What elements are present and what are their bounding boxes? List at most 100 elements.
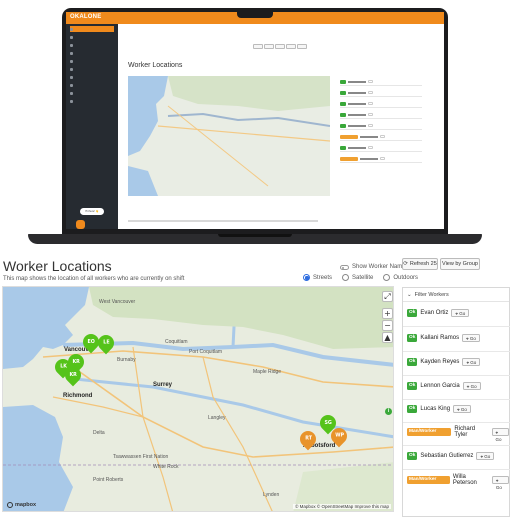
radio-streets[interactable]: Streets: [303, 274, 332, 281]
info-icon[interactable]: i: [385, 408, 392, 415]
laptop-base-lip: [218, 234, 292, 237]
map-place-label: West Vancouver: [99, 299, 136, 305]
mini-worker-row[interactable]: [340, 144, 422, 152]
mini-tab[interactable]: [264, 44, 274, 49]
map-attribution[interactable]: © Mapbox © OpenStreetMap Improve this ma…: [293, 504, 391, 509]
go-button[interactable]: ⌖ Go: [491, 428, 510, 442]
mini-tab[interactable]: [275, 44, 285, 49]
radio-icon[interactable]: [383, 274, 391, 281]
radio-icon[interactable]: [342, 274, 350, 281]
fullscreen-icon[interactable]: ⤢: [382, 291, 393, 302]
mini-worker-row[interactable]: [340, 89, 422, 97]
radio-satellite[interactable]: Satellite: [342, 274, 373, 281]
mini-chat-bubble: Hi there! 👋: [80, 208, 104, 215]
filter-workers-header[interactable]: ⌄ Filter Workers: [403, 288, 509, 302]
status-badge: Ok: [407, 382, 418, 390]
mini-worker-row[interactable]: [340, 100, 422, 108]
worker-name: Kayden Reyes: [420, 359, 460, 365]
mini-sidebar-item[interactable]: [70, 50, 114, 56]
go-label: Go: [459, 311, 466, 316]
radio-label: Satellite: [352, 274, 374, 281]
go-label: Go: [469, 336, 476, 341]
mini-sidebar-item[interactable]: [70, 90, 114, 96]
radio-outdoors[interactable]: Outdoors: [383, 274, 418, 281]
mini-sidebar-item[interactable]: [70, 34, 114, 40]
go-button[interactable]: ⌖ Go: [462, 382, 481, 390]
row-divider: [403, 351, 510, 352]
radio-label: Outdoors: [393, 274, 419, 281]
mini-sidebar: Hi there! 👋: [66, 24, 118, 229]
row-divider: [403, 326, 510, 327]
mapbox-logo-text: mapbox: [15, 502, 37, 508]
go-button[interactable]: ⌖ Go: [476, 452, 495, 460]
view-by-group-button[interactable]: View by Group: [440, 258, 480, 270]
mini-map[interactable]: [128, 76, 330, 196]
go-button[interactable]: ⌖ Go: [462, 358, 481, 366]
refresh-button[interactable]: ⟳ Refresh 25: [402, 258, 438, 270]
go-button[interactable]: ⌖ Go: [491, 476, 509, 490]
mini-worker-row[interactable]: [340, 122, 422, 130]
mapbox-logo-icon: [7, 502, 13, 508]
zoom-out-button[interactable]: −: [382, 320, 393, 331]
worker-name: Richard Tyler: [454, 426, 476, 438]
worker-row[interactable]: Man/Worker Down Willa Peterson ⌖ Go: [407, 473, 509, 490]
mini-sidebar-item[interactable]: [70, 58, 114, 64]
city-label: Langley: [208, 415, 226, 421]
go-button[interactable]: ⌖ Go: [453, 405, 471, 413]
go-label: Go: [495, 437, 502, 442]
row-divider: [403, 422, 510, 423]
mini-tab[interactable]: [286, 44, 296, 49]
mini-sidebar-item[interactable]: [70, 66, 114, 72]
status-badge: Ok: [407, 334, 418, 342]
worker-row[interactable]: Ok Lennon Garcia ⌖ Go: [407, 379, 481, 393]
page-subtitle: This map shows the location of all worke…: [3, 276, 185, 282]
worker-row[interactable]: Ok Sebastian Gutierrez ⌖ Go: [407, 449, 495, 463]
mini-tab[interactable]: [253, 44, 263, 49]
city-label: Burnaby: [117, 357, 136, 363]
mini-sidebar-item[interactable]: [70, 26, 114, 32]
mini-page-title: Worker Locations: [128, 62, 183, 69]
go-button[interactable]: ⌖ Go: [462, 334, 480, 342]
worker-name: Lennon Garcia: [420, 383, 460, 389]
mini-sidebar-item[interactable]: [70, 82, 114, 88]
go-button[interactable]: ⌖ Go: [451, 309, 470, 317]
show-names-toggle[interactable]: Show Worker Names: [340, 264, 409, 270]
go-label: Go: [495, 485, 502, 490]
worker-row[interactable]: Ok Kallani Ramos ⌖ Go: [407, 331, 480, 345]
mini-footer: [128, 220, 318, 222]
mini-tab[interactable]: [297, 44, 307, 49]
worker-row[interactable]: Man/Worker Down Richard Tyler ⌖ Go: [407, 425, 510, 442]
map-style-radios: Streets Satellite Outdoors: [303, 274, 418, 281]
radio-label: Streets: [313, 274, 333, 281]
compass-icon[interactable]: ▲: [382, 332, 393, 343]
mini-sidebar-item[interactable]: [70, 98, 114, 104]
page-title: Worker Locations: [3, 258, 112, 274]
pin-label: LK: [59, 364, 67, 370]
worker-row[interactable]: Ok Kayden Reyes ⌖ Go: [407, 355, 481, 369]
worker-name: Evan Ortiz: [420, 310, 449, 316]
pin-label: SG: [324, 420, 332, 426]
mini-worker-row[interactable]: [340, 133, 422, 141]
laptop-screen: OKALONE Hi there! 👋 Worker Locations: [66, 12, 444, 229]
worker-row[interactable]: Ok Lucas King ⌖ Go: [407, 402, 471, 416]
worker-row[interactable]: Ok Evan Ortiz ⌖ Go: [407, 306, 470, 320]
worker-map[interactable]: West Vancouver Vancouver Burnaby Richmon…: [2, 286, 394, 512]
worker-name: Kallani Ramos: [420, 335, 460, 341]
toggle-switch[interactable]: [340, 264, 349, 270]
mini-content: Worker Locations: [118, 24, 444, 229]
mini-sidebar-item[interactable]: [70, 74, 114, 80]
radio-selected-icon[interactable]: [303, 274, 310, 281]
city-label: Coquitlam: [165, 339, 188, 345]
zoom-in-button[interactable]: +: [382, 308, 393, 319]
pin-label: KR: [69, 372, 77, 378]
mini-worker-row[interactable]: [340, 78, 422, 86]
worker-name: Willa Peterson: [452, 474, 477, 486]
mini-worker-row[interactable]: [340, 155, 422, 163]
mini-sidebar-item[interactable]: [70, 42, 114, 48]
worker-name: Lucas King: [420, 406, 451, 412]
city-label: Surrey: [153, 382, 173, 388]
status-badge: Ok: [407, 309, 418, 317]
pin-label: LE: [102, 340, 110, 346]
mini-worker-row[interactable]: [340, 111, 422, 119]
mini-chat-button[interactable]: [76, 220, 85, 229]
